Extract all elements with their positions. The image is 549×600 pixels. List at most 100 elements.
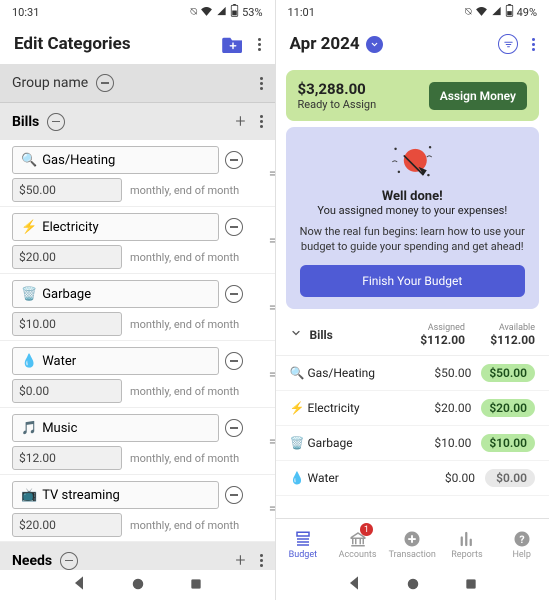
budget-row-name: Electricity	[308, 401, 417, 415]
category-amount-input[interactable]: $0.00	[12, 379, 122, 403]
status-time: 11:01	[288, 6, 315, 19]
remove-circle-icon[interactable]	[225, 218, 243, 236]
svg-text:?: ?	[519, 532, 524, 545]
tab-help[interactable]: ? Help	[494, 519, 549, 570]
battery-icon	[230, 4, 239, 20]
budget-row[interactable]: 🔍 Gas/Heating $50.00 $50.00	[276, 356, 549, 391]
remove-circle-icon[interactable]	[225, 486, 243, 504]
remove-circle-icon[interactable]	[47, 113, 65, 131]
confetti-illustration	[300, 139, 526, 185]
back-button[interactable]	[346, 575, 362, 595]
category-name-input[interactable]: ⚡ Electricity	[12, 213, 219, 241]
section-assigned: $112.00	[405, 333, 465, 347]
category-name: Electricity	[42, 220, 98, 235]
category-emoji-icon: 💧	[21, 354, 37, 369]
category-item: 🔍 Gas/Heating $50.00 monthly, end of mon…	[0, 140, 275, 207]
group-name-row[interactable]: Group name	[0, 64, 275, 103]
recents-button[interactable]	[464, 576, 478, 595]
budget-row[interactable]: 💧 Water $0.00 $0.00	[276, 461, 549, 496]
category-emoji-icon: 🗑️	[21, 287, 37, 302]
budget-row-available: $20.00	[481, 399, 535, 417]
home-button[interactable]	[406, 576, 420, 595]
category-name: TV streaming	[42, 488, 120, 503]
more-icon[interactable]	[532, 38, 535, 51]
budget-row-available: $10.00	[481, 434, 535, 452]
group-title: Bills	[12, 114, 39, 130]
signal-icon	[216, 6, 227, 19]
back-button[interactable]	[71, 575, 87, 595]
more-icon[interactable]	[260, 77, 263, 90]
category-name-input[interactable]: 🔍 Gas/Heating	[12, 146, 219, 174]
home-button[interactable]	[131, 576, 145, 595]
category-frequency: monthly, end of month	[130, 251, 239, 264]
category-name-input[interactable]: 📺 TV streaming	[12, 481, 219, 509]
add-category-icon[interactable]: +	[235, 111, 245, 132]
battery-percent: 49%	[517, 6, 537, 19]
category-emoji-icon: 🎵	[21, 421, 37, 436]
remove-circle-icon[interactable]	[225, 419, 243, 437]
remove-circle-icon[interactable]	[225, 352, 243, 370]
category-amount-input[interactable]: $12.00	[12, 446, 122, 470]
signal-icon	[491, 6, 502, 19]
budget-screen: 11:01 ⍉ 49% Apr 2024 $3,288.00 Ready	[275, 0, 549, 600]
month-title[interactable]: Apr 2024	[290, 34, 360, 54]
budget-row-name: Water	[308, 471, 421, 485]
tab-accounts[interactable]: Accounts 1	[330, 519, 385, 570]
group-header[interactable]: Bills +	[0, 103, 275, 140]
more-icon[interactable]	[260, 115, 263, 128]
add-category-icon[interactable]: +	[235, 550, 245, 570]
category-item: 💧 Water $0.00 monthly, end of month =	[0, 341, 275, 408]
budget-row-name: Gas/Heating	[308, 366, 417, 380]
category-name-input[interactable]: 🗑️ Garbage	[12, 280, 219, 308]
tab-label: Transaction	[389, 550, 436, 560]
status-icons: ⍉ 53%	[190, 4, 262, 20]
status-icons: ⍉ 49%	[465, 4, 537, 20]
filter-icon[interactable]	[498, 34, 518, 54]
add-group-icon[interactable]	[222, 35, 244, 53]
category-list[interactable]: Group name Bills + 🔍 Gas/Heating $	[0, 64, 275, 570]
budget-row-assigned: $10.00	[416, 436, 471, 450]
section-name: Bills	[310, 328, 406, 342]
category-name-input[interactable]: 🎵 Music	[12, 414, 219, 442]
tab-reports[interactable]: Reports	[440, 519, 495, 570]
help-icon: ?	[513, 530, 531, 548]
group-header[interactable]: Needs +	[0, 542, 275, 570]
budget-row[interactable]: ⚡ Electricity $20.00 $20.00	[276, 391, 549, 426]
tab-transaction[interactable]: Transaction	[385, 519, 440, 570]
battery-icon	[505, 4, 514, 20]
category-frequency: monthly, end of month	[130, 452, 239, 465]
category-amount-input[interactable]: $20.00	[12, 245, 122, 269]
recents-button[interactable]	[189, 576, 203, 595]
finish-budget-button[interactable]: Finish Your Budget	[300, 265, 526, 297]
category-amount-input[interactable]: $10.00	[12, 312, 122, 336]
assign-money-button[interactable]: Assign Money	[429, 82, 527, 110]
category-emoji-icon: ⚡	[290, 401, 308, 415]
category-emoji-icon: 🗑️	[290, 436, 308, 450]
budget-row-assigned: $0.00	[420, 471, 475, 485]
tab-budget[interactable]: Budget	[276, 519, 331, 570]
bills-section-header[interactable]: Bills Assigned $112.00 Available $112.00	[276, 315, 549, 356]
budget-scroll[interactable]: $3,288.00 Ready to Assign Assign Money	[276, 64, 549, 518]
month-dropdown-icon[interactable]	[366, 36, 383, 53]
welldone-title: Well done!	[300, 189, 526, 204]
welldone-text: Now the real fun begins: learn how to us…	[300, 225, 526, 255]
budget-row-name: Garbage	[308, 436, 417, 450]
edit-categories-screen: 10:31 ⍉ 53% Edit Categories Gro	[0, 0, 275, 600]
remove-circle-icon[interactable]	[60, 552, 78, 570]
category-name: Gas/Heating	[42, 153, 115, 168]
header: Apr 2024	[276, 24, 549, 64]
category-name-input[interactable]: 💧 Water	[12, 347, 219, 375]
category-amount-input[interactable]: $20.00	[12, 513, 122, 537]
more-icon[interactable]	[258, 38, 261, 51]
assign-amount: $3,288.00	[298, 80, 377, 98]
budget-row[interactable]: 🗑️ Garbage $10.00 $10.00	[276, 426, 549, 461]
vpn-icon: ⍉	[190, 5, 197, 19]
remove-circle-icon[interactable]	[96, 74, 114, 92]
category-amount-input[interactable]: $50.00	[12, 178, 122, 202]
assign-subtitle: Ready to Assign	[298, 98, 377, 111]
remove-circle-icon[interactable]	[225, 285, 243, 303]
group-title: Needs	[12, 553, 52, 569]
welldone-subtitle: You assigned money to your expenses!	[300, 204, 526, 217]
more-icon[interactable]	[260, 554, 263, 567]
remove-circle-icon[interactable]	[225, 151, 243, 169]
